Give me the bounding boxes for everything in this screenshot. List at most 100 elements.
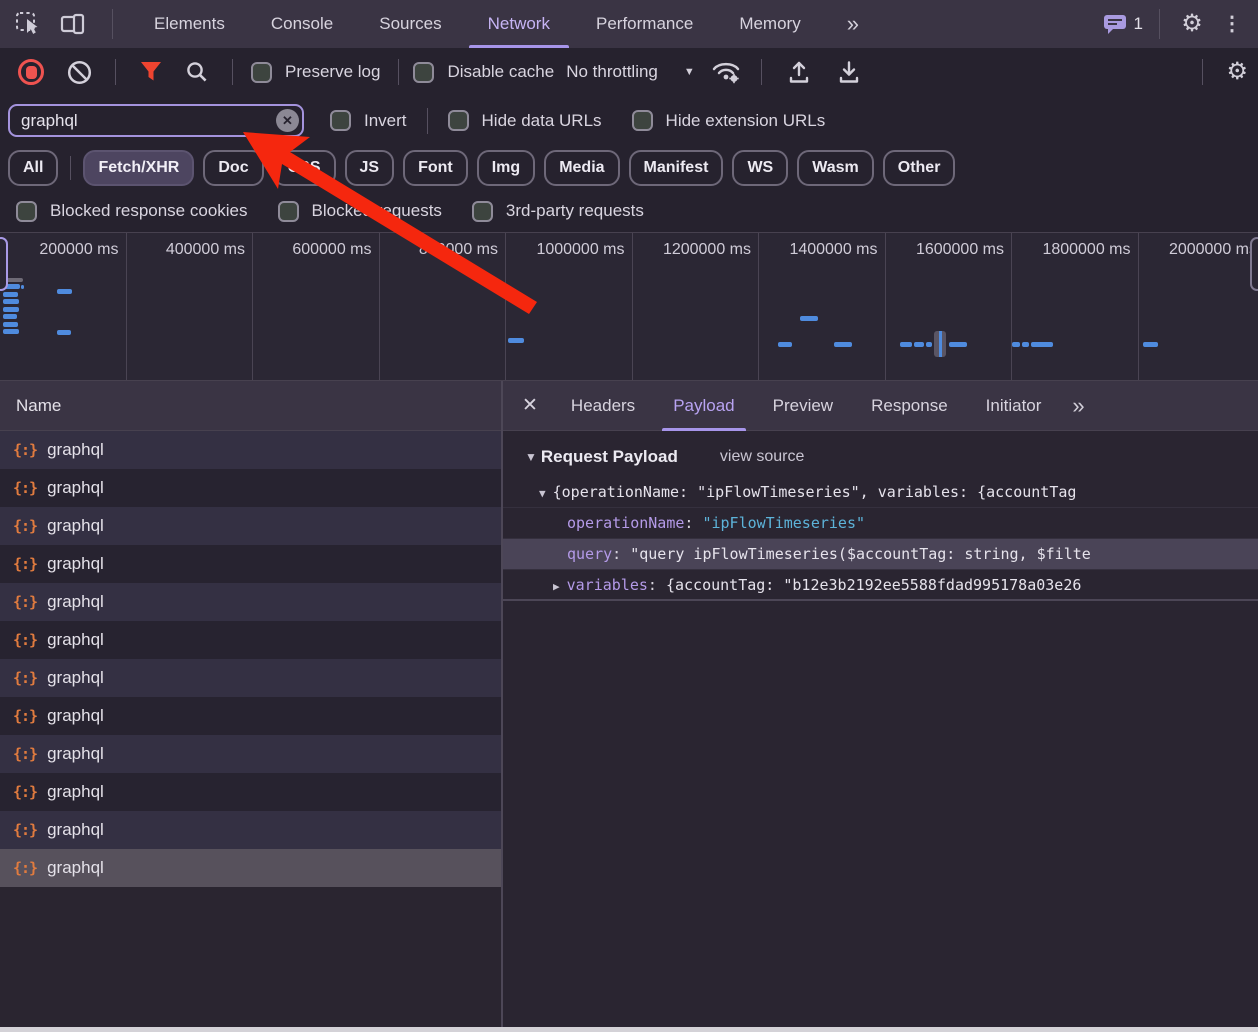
waterfall-bar [3, 329, 19, 334]
network-conditions-button[interactable] [711, 59, 741, 85]
filter-chip-all[interactable]: All [8, 150, 58, 186]
message-bubble-icon [1103, 14, 1127, 35]
filter-chip-manifest[interactable]: Manifest [629, 150, 724, 186]
collapse-triangle-icon[interactable]: ▼ [525, 450, 537, 464]
timeline-right-handle[interactable] [1250, 237, 1258, 291]
waterfall-marker [934, 331, 946, 357]
preserve-log-checkbox[interactable] [251, 62, 272, 83]
filter-chip-fetch-xhr[interactable]: Fetch/XHR [83, 150, 194, 186]
request-row[interactable]: {:}graphql [0, 431, 501, 469]
filter-chip-css[interactable]: CSS [273, 150, 336, 186]
request-name: graphql [47, 706, 104, 726]
request-name: graphql [47, 668, 104, 688]
json-icon: {:} [13, 517, 37, 535]
payload-preview-row[interactable]: ▼{operationName: "ipFlowTimeseries", var… [503, 477, 1258, 508]
hide-data-urls-checkbox[interactable] [448, 110, 469, 131]
more-tabs-button[interactable]: » [824, 0, 882, 48]
menu-button[interactable]: ⋮ [1212, 4, 1252, 44]
clear-x-icon: ✕ [282, 114, 293, 127]
wifi-gear-icon [711, 59, 741, 85]
request-row[interactable]: {:}graphql [0, 583, 501, 621]
request-row[interactable]: {:}graphql [0, 697, 501, 735]
name-column-header[interactable]: Name [0, 381, 501, 431]
search-button[interactable] [185, 60, 209, 84]
tab-initiator[interactable]: Initiator [967, 381, 1061, 431]
tab-payload[interactable]: Payload [654, 381, 753, 431]
details-tabbar: ✕ Headers Payload Preview Response Initi… [503, 381, 1258, 431]
request-row[interactable]: {:}graphql [0, 659, 501, 697]
disable-cache-checkbox[interactable] [413, 62, 434, 83]
view-source-link[interactable]: view source [720, 448, 804, 466]
tab-performance[interactable]: Performance [573, 0, 716, 48]
more-details-tabs-button[interactable]: » [1060, 393, 1096, 419]
payload-row-query[interactable]: query: "query ipFlowTimeseries($accountT… [503, 539, 1258, 570]
record-button[interactable] [18, 59, 44, 85]
network-toolbar: Preserve log Disable cache No throttling… [0, 48, 1258, 96]
timeline-left-handle[interactable] [0, 237, 8, 291]
hide-extension-urls-checkbox[interactable] [632, 110, 653, 131]
request-row[interactable]: {:}graphql [0, 773, 501, 811]
clear-button[interactable] [67, 60, 92, 85]
import-har-button[interactable] [785, 59, 813, 85]
request-row[interactable]: {:}graphql [0, 545, 501, 583]
tree-closed-icon[interactable]: ▶ [553, 580, 560, 593]
toolbar-divider-3 [398, 59, 399, 85]
filter-chip-img[interactable]: Img [477, 150, 535, 186]
blocked-cookies-checkbox[interactable] [16, 201, 37, 222]
throttling-select[interactable]: No throttling ▼ [566, 62, 695, 82]
filter-chip-other[interactable]: Other [883, 150, 956, 186]
request-row[interactable]: {:}graphql [0, 621, 501, 659]
filter-chip-ws[interactable]: WS [732, 150, 788, 186]
payload-row-operation-name[interactable]: operationName: "ipFlowTimeseries" [503, 508, 1258, 539]
issues-button[interactable]: 1 [1099, 4, 1147, 44]
filter-chip-media[interactable]: Media [544, 150, 619, 186]
request-row[interactable]: {:}graphql [0, 469, 501, 507]
tab-elements[interactable]: Elements [131, 0, 248, 48]
timeline-column: 1000000 ms [506, 233, 633, 380]
tab-headers[interactable]: Headers [552, 381, 654, 431]
inspect-element-button[interactable] [8, 4, 48, 44]
tab-preview[interactable]: Preview [754, 381, 852, 431]
timeline-tick: 1000000 ms [536, 241, 631, 258]
filter-chip-font[interactable]: Font [403, 150, 468, 186]
timeline-tick: 1400000 ms [789, 241, 884, 258]
waterfall-bar [900, 342, 912, 347]
filter-chip-js[interactable]: JS [345, 150, 395, 186]
tree-open-icon[interactable]: ▼ [539, 487, 546, 500]
request-row[interactable]: {:}graphql [0, 507, 501, 545]
payload-colon: : [612, 545, 630, 563]
tab-response[interactable]: Response [852, 381, 967, 431]
export-har-button[interactable] [835, 59, 863, 85]
preserve-log-group: Preserve log [251, 62, 380, 83]
tab-memory[interactable]: Memory [716, 0, 823, 48]
request-payload-header: ▼ Request Payload view source [503, 431, 1258, 477]
invert-checkbox[interactable] [330, 110, 351, 131]
tab-network[interactable]: Network [465, 0, 573, 48]
search-icon [185, 60, 209, 84]
download-icon [835, 59, 863, 85]
filter-chip-wasm[interactable]: Wasm [797, 150, 874, 186]
timeline-tick: 2000000 ms [1169, 241, 1258, 258]
tab-console[interactable]: Console [248, 0, 356, 48]
hide-extension-urls-label: Hide extension URLs [666, 111, 826, 131]
third-party-checkbox[interactable] [472, 201, 493, 222]
tab-sources[interactable]: Sources [356, 0, 464, 48]
clear-filter-button[interactable]: ✕ [276, 109, 299, 132]
gear-icon: ⚙ [1181, 12, 1203, 36]
filter-input[interactable] [8, 104, 304, 137]
network-settings-button[interactable]: ⚙ [1226, 60, 1248, 84]
record-icon [26, 66, 37, 79]
request-row-selected[interactable]: {:}graphql [0, 849, 501, 887]
device-toolbar-button[interactable] [54, 4, 94, 44]
payload-row-variables[interactable]: ▶variables: {accountTag: "b12e3b2192ee55… [503, 570, 1258, 601]
settings-button[interactable]: ⚙ [1172, 4, 1212, 44]
waterfall-bar [21, 285, 24, 289]
blocked-requests-checkbox[interactable] [278, 201, 299, 222]
request-row[interactable]: {:}graphql [0, 735, 501, 773]
network-overview-timeline[interactable]: 200000 ms 400000 ms 600000 ms 800000 ms … [0, 232, 1258, 380]
filter-chip-doc[interactable]: Doc [203, 150, 263, 186]
timeline-tick: 800000 ms [419, 241, 505, 258]
close-details-button[interactable]: ✕ [503, 394, 552, 417]
request-row[interactable]: {:}graphql [0, 811, 501, 849]
filter-toggle-button[interactable] [139, 61, 163, 83]
